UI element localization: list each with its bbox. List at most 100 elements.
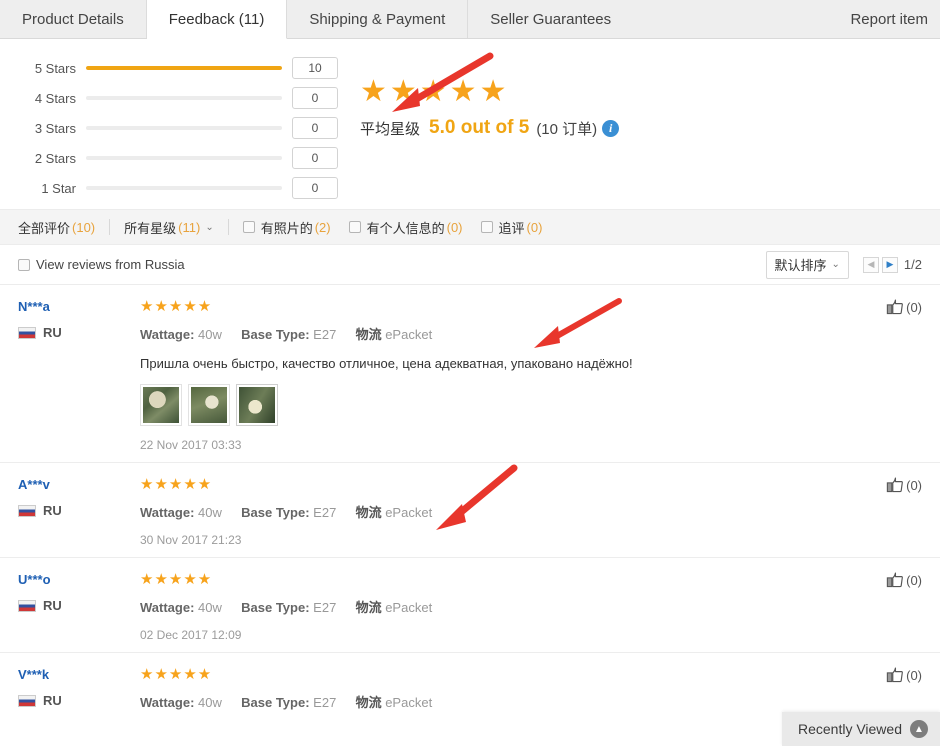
attr-basetype-label: Base Type: <box>241 327 310 342</box>
review-helpful-button[interactable]: (0) <box>886 667 922 683</box>
attr-basetype-value: E27 <box>313 695 337 710</box>
tab-bar-spacer <box>633 0 829 38</box>
reviewer-country: RU <box>18 598 140 613</box>
filter-count: (11) <box>178 219 201 235</box>
rating-count-box[interactable]: 10 <box>292 57 338 79</box>
attr-basetype-value: E27 <box>313 505 337 520</box>
next-page-button[interactable]: ▶ <box>881 256 898 273</box>
reviewer-country: RU <box>18 503 140 518</box>
rating-count-box[interactable]: 0 <box>292 147 338 169</box>
rating-row-3: 3 Stars 0 <box>18 113 350 143</box>
attr-logistics-label: 物流 <box>355 327 382 342</box>
prev-page-button[interactable]: ◀ <box>862 256 879 273</box>
review-photo-thumbnail[interactable] <box>236 384 278 426</box>
filter-with-photos[interactable]: 有照片的 (2) <box>242 218 331 237</box>
pagination: ◀ ▶ 1/2 <box>862 256 922 273</box>
filter-label: 全部评价 <box>18 220 71 236</box>
average-rating-label: 平均星级 <box>360 120 421 138</box>
review-date: 30 Nov 2017 21:23 <box>140 533 242 547</box>
tab-label: Feedback (11) <box>168 10 265 28</box>
average-stars-icon: ★★★★★ <box>360 75 510 108</box>
checkbox-with-personal-info[interactable] <box>348 221 361 233</box>
reviewer-name[interactable]: U***o <box>18 572 140 587</box>
checkbox-additional-reviews[interactable] <box>480 221 493 233</box>
review-user: A***v RU <box>18 477 140 547</box>
checkbox-view-from-country[interactable] <box>18 258 30 271</box>
filter-all-stars[interactable]: 所有星级 (11) ⌄ <box>124 218 214 237</box>
helpful-count: (0) <box>906 572 922 588</box>
reviewer-name[interactable]: N***a <box>18 299 140 314</box>
recently-viewed-widget[interactable]: Recently Viewed ▲ <box>781 712 940 746</box>
review-helpful-button[interactable]: (0) <box>886 572 922 588</box>
filter-all-reviews[interactable]: 全部评价 (10) <box>18 218 95 237</box>
view-from-country-label: View reviews from Russia <box>36 257 185 272</box>
reviewer-name[interactable]: A***v <box>18 477 140 492</box>
attr-logistics-label: 物流 <box>355 505 382 520</box>
review-body: ★★★★★ Wattage: 40w Base Type: E27 物流 ePa… <box>140 477 922 548</box>
page-indicator: 1/2 <box>903 257 922 272</box>
tab-product-details[interactable]: Product Details <box>0 0 147 38</box>
review-sort-row: View reviews from Russia 默认排序 ⌄ ◀ ▶ 1/2 <box>0 245 940 285</box>
chevron-down-icon: ⌄ <box>831 259 840 270</box>
review-date: 22 Nov 2017 03:33 <box>140 438 242 452</box>
attr-basetype-label: Base Type: <box>241 600 310 615</box>
filter-with-personal-info[interactable]: 有个人信息的 (0) <box>348 218 463 237</box>
filter-additional-reviews[interactable]: 追评 (0) <box>480 218 542 237</box>
helpful-count: (0) <box>906 667 922 683</box>
rating-row-label: 5 Stars <box>34 60 76 76</box>
tab-feedback[interactable]: Feedback (11) <box>146 0 288 39</box>
sort-dropdown-label: 默认排序 <box>774 258 827 273</box>
review-item: U***o RU ★★★★★ Wattage: 40w Base Type: E… <box>0 558 940 653</box>
helpful-count: (0) <box>906 299 922 315</box>
review-photo-thumbnail[interactable] <box>188 384 230 426</box>
rating-count-box[interactable]: 0 <box>292 87 338 109</box>
filter-divider <box>109 219 111 235</box>
rating-count-box[interactable]: 0 <box>292 177 338 199</box>
rating-bar-track <box>86 66 282 70</box>
review-user: N***a RU <box>18 299 140 452</box>
filter-label: 所有星级 <box>124 220 177 236</box>
report-item-link[interactable]: Report item <box>828 0 940 38</box>
flag-ru-icon <box>18 504 36 517</box>
review-item: V***k RU ★★★★★ Wattage: 40w Base Type: E… <box>0 653 940 721</box>
attr-basetype-label: Base Type: <box>241 695 310 710</box>
filter-divider <box>227 219 229 235</box>
filter-label: 有照片的 <box>260 220 313 236</box>
filter-label: 有个人信息的 <box>366 220 445 236</box>
average-rating-block: ★★★★★ 平均星级 5.0 out of 5 (10 订单) i <box>350 53 620 203</box>
view-reviews-from-country[interactable]: View reviews from Russia <box>18 257 185 272</box>
review-helpful-button[interactable]: (0) <box>886 299 922 315</box>
sort-dropdown[interactable]: 默认排序 ⌄ <box>765 250 849 279</box>
tab-seller-guarantees[interactable]: Seller Guarantees <box>468 0 634 38</box>
attr-logistics-value: ePacket <box>385 695 433 710</box>
reviewer-country: RU <box>18 693 140 708</box>
rating-row-5: 5 Stars 10 <box>18 53 350 83</box>
checkbox-with-photos[interactable] <box>242 221 255 233</box>
reviewer-name[interactable]: V***k <box>18 667 140 682</box>
review-helpful-button[interactable]: (0) <box>886 477 922 493</box>
review-body: ★★★★★ Wattage: 40w Base Type: E27 物流 ePa… <box>140 299 922 452</box>
filter-count: (10) <box>72 219 96 235</box>
filter-count: (0) <box>446 219 463 235</box>
attr-logistics-value: ePacket <box>385 600 433 615</box>
review-photo-thumbnail[interactable] <box>140 384 182 426</box>
attr-logistics-value: ePacket <box>385 327 433 342</box>
attr-wattage-label: Wattage: <box>140 600 195 615</box>
rating-bar-track <box>86 156 282 160</box>
thumbs-up-icon <box>886 477 903 493</box>
tab-label: Product Details <box>22 10 124 28</box>
attr-wattage-label: Wattage: <box>140 695 195 710</box>
filter-label: 追评 <box>498 220 525 236</box>
chevron-up-icon[interactable]: ▲ <box>910 720 928 738</box>
tab-shipping-payment[interactable]: Shipping & Payment <box>287 0 469 38</box>
review-stars-icon: ★★★★★ <box>140 298 213 315</box>
flag-ru-icon <box>18 599 36 612</box>
rating-row-label: 4 Stars <box>34 90 76 106</box>
chevron-down-icon: ⌄ <box>205 221 214 233</box>
country-code: RU <box>43 503 62 518</box>
attr-basetype-value: E27 <box>313 600 337 615</box>
attr-basetype-value: E27 <box>313 327 337 342</box>
review-attributes: Wattage: 40w Base Type: E27 物流 ePacket <box>140 692 922 711</box>
rating-count-box[interactable]: 0 <box>292 117 338 139</box>
info-icon[interactable]: i <box>602 119 620 137</box>
